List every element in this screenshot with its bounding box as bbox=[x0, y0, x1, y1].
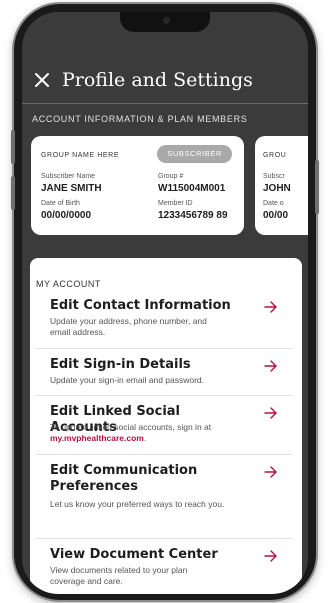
arrow-right-icon bbox=[264, 301, 277, 313]
close-icon[interactable] bbox=[34, 72, 50, 88]
menu-item-title: Edit Communication Preferences bbox=[50, 463, 198, 494]
subscriber-name: JANE SMITH bbox=[41, 183, 102, 194]
group-name: GROUP NAME HERE bbox=[41, 152, 120, 159]
mvp-healthcare-link[interactable]: my.mvphealthcare.com bbox=[50, 433, 144, 443]
menu-item-title: Edit Contact Information bbox=[50, 298, 231, 313]
menu-item-description-suffix: . bbox=[143, 433, 147, 443]
menu-divider bbox=[36, 395, 292, 396]
menu-divider bbox=[36, 348, 292, 349]
header-divider bbox=[22, 103, 308, 104]
arrow-right-icon bbox=[264, 407, 277, 419]
menu-item-description-text: To update linked social accounts, sign i… bbox=[50, 422, 212, 432]
menu-item-title: Edit Sign-in Details bbox=[50, 357, 191, 372]
menu-item-description: Let us know your preferred ways to reach… bbox=[50, 499, 225, 509]
member-card[interactable]: GROU Subscr JOHN Date o 00/00 bbox=[255, 136, 308, 235]
subscriber-name: JOHN bbox=[263, 183, 291, 194]
menu-divider bbox=[36, 454, 292, 455]
date-of-birth: 00/00/0000 bbox=[41, 210, 92, 221]
menu-divider bbox=[36, 538, 292, 539]
menu-item-title: View Document Center bbox=[50, 547, 218, 562]
menu-item-edit-linked-social[interactable]: Edit Linked Social Accounts To update li… bbox=[36, 404, 282, 450]
my-account-section-label: MY ACCOUNT bbox=[36, 279, 101, 289]
arrow-right-icon bbox=[264, 550, 277, 562]
phone-side-button bbox=[11, 130, 15, 164]
subscriber-name-label: Subscriber Name bbox=[41, 173, 96, 180]
date-of-birth-label: Date of Birth bbox=[41, 200, 80, 207]
menu-item-edit-communication[interactable]: Edit Communication Preferences Let us kn… bbox=[36, 463, 282, 533]
menu-item-edit-contact[interactable]: Edit Contact Information Update your add… bbox=[36, 298, 282, 344]
group-number: W115004M001 bbox=[158, 183, 226, 194]
menu-item-description: Update your sign-in email and password. bbox=[50, 375, 205, 385]
date-of-birth: 00/00 bbox=[263, 210, 289, 221]
phone-side-button bbox=[315, 160, 319, 214]
group-number-label: Group # bbox=[158, 173, 184, 180]
camera-icon bbox=[163, 17, 170, 24]
page-title: Profile and Settings bbox=[62, 69, 253, 91]
member-card[interactable]: GROUP NAME HERE SUBSCRIBER Subscriber Na… bbox=[31, 136, 244, 235]
member-id: 1233456789 89 bbox=[158, 210, 228, 221]
arrow-right-icon bbox=[264, 466, 277, 478]
subscriber-name-label: Subscr bbox=[263, 173, 285, 180]
menu-item-description: To update linked social accounts, sign i… bbox=[50, 422, 235, 444]
account-info-section-label: ACCOUNT INFORMATION & PLAN MEMBERS bbox=[32, 114, 248, 124]
group-name: GROU bbox=[263, 152, 287, 159]
arrow-right-icon bbox=[264, 360, 277, 372]
phone-screen: Profile and Settings ACCOUNT INFORMATION… bbox=[22, 12, 308, 594]
menu-item-edit-sign-in[interactable]: Edit Sign-in Details Update your sign-in… bbox=[36, 357, 282, 391]
subscriber-badge: SUBSCRIBER bbox=[157, 145, 232, 163]
top-bar: Profile and Settings bbox=[22, 64, 308, 96]
date-of-birth-label: Date o bbox=[263, 200, 284, 207]
menu-item-description: Update your address, phone number, and e… bbox=[50, 316, 207, 337]
menu-item-description: View documents related to your plan cove… bbox=[50, 565, 188, 586]
menu-item-view-document-center[interactable]: View Document Center View documents rela… bbox=[36, 547, 282, 591]
member-id-label: Member ID bbox=[158, 200, 193, 207]
phone-side-button bbox=[11, 176, 15, 210]
